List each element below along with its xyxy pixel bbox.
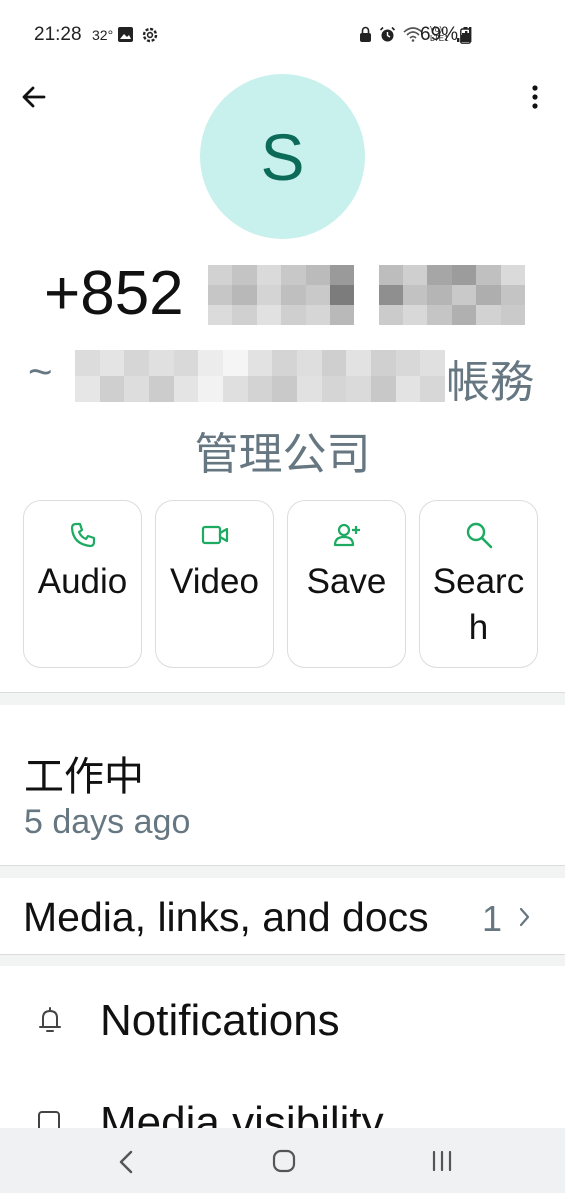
section-gap (0, 693, 565, 705)
image-icon (118, 27, 133, 42)
save-contact-button[interactable]: Save (287, 500, 406, 668)
search-icon (466, 522, 492, 549)
more-options-icon[interactable] (523, 83, 547, 111)
avatar-letter: S (260, 119, 305, 194)
video-call-button[interactable]: Video (155, 500, 274, 668)
gear-icon (142, 27, 158, 43)
save-label: Save (306, 562, 387, 601)
about-text: 工作中 (24, 755, 144, 799)
section-gap (0, 955, 565, 966)
phone-icon (70, 522, 95, 548)
pushname-suffix-line2: 管理公司 (194, 430, 371, 479)
search-button[interactable]: Search (419, 500, 538, 668)
search-label: Search (432, 562, 525, 647)
avatar[interactable]: S (200, 74, 365, 239)
pushname-suffix-line1: 帳務 (446, 358, 534, 407)
contact-phone: +852 (44, 258, 184, 329)
home-icon[interactable] (272, 1149, 296, 1173)
media-count: 1 (482, 898, 503, 939)
alarm-icon (379, 26, 396, 41)
recents-icon[interactable] (430, 1150, 454, 1172)
chevron-right-icon (519, 907, 530, 927)
media-links-docs-row[interactable]: Media, links, and docs 1 (0, 878, 565, 954)
add-person-icon (333, 523, 360, 547)
redacted-phone-number (208, 265, 525, 325)
pushname-prefix: ~ (28, 348, 53, 395)
action-buttons: Audio Video Save Search (23, 500, 538, 668)
notifications-label: Notifications (100, 996, 340, 1045)
battery-icon (460, 27, 471, 44)
bell-icon (39, 1007, 61, 1032)
back-icon[interactable] (116, 1149, 136, 1175)
lock-icon (360, 26, 371, 42)
battery-percent: 69% (420, 24, 459, 45)
redacted-contact-name (75, 350, 445, 402)
audio-call-button[interactable]: Audio (23, 500, 142, 668)
audio-label: Audio (37, 562, 128, 601)
status-bar: 21:28 32° Vo) LTE1 69% (0, 0, 565, 70)
video-icon (201, 525, 228, 545)
section-gap (0, 866, 565, 878)
system-nav-bar (0, 1128, 565, 1193)
video-label: Video (170, 562, 259, 601)
status-temperature: 32° (92, 27, 114, 43)
phone-prefix: +852 (44, 259, 184, 328)
status-time: 21:28 (34, 24, 82, 45)
back-arrow-icon[interactable] (20, 83, 48, 111)
about-timestamp: 5 days ago (24, 803, 191, 841)
media-links-docs-label: Media, links, and docs (23, 894, 429, 940)
